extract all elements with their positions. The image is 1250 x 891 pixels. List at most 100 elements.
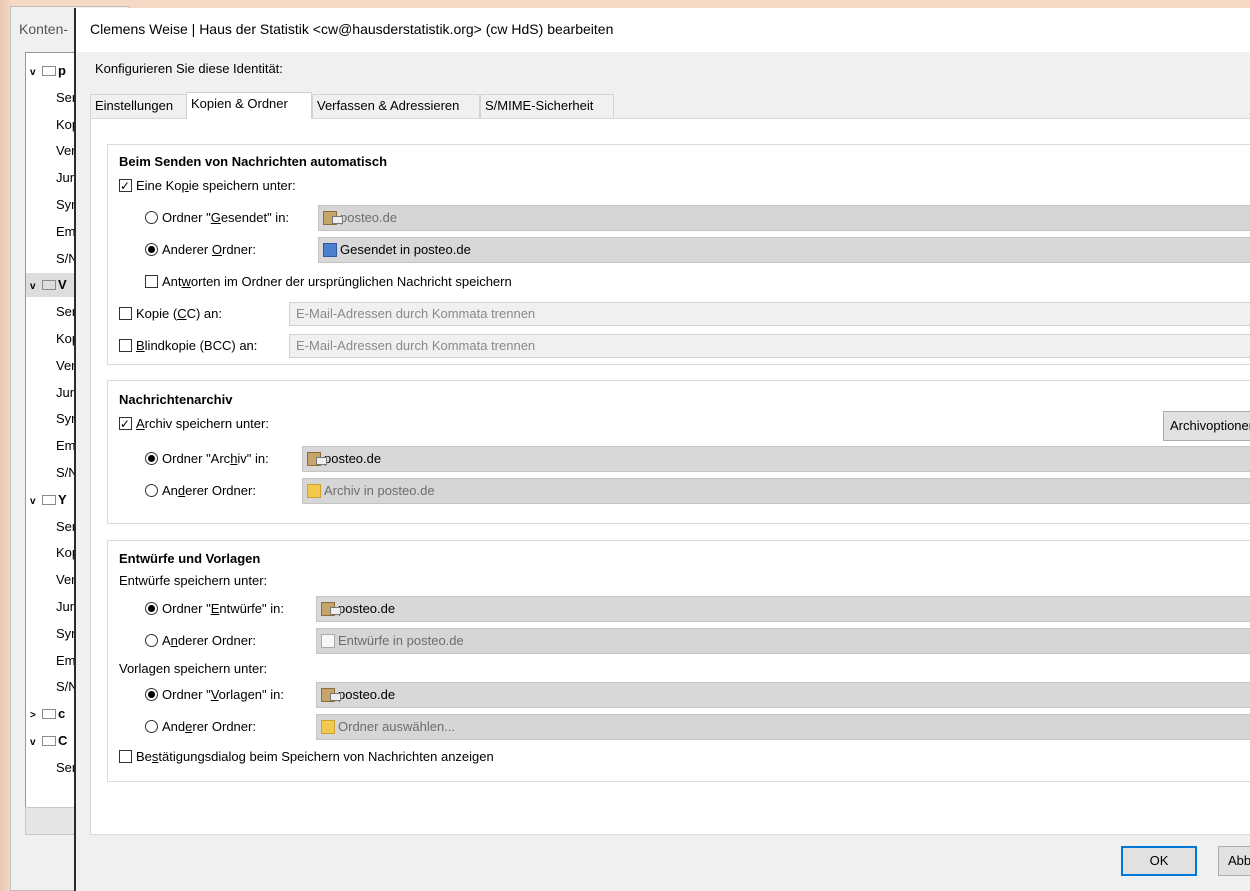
account-settings-title: Konten- xyxy=(19,21,69,37)
archive-folder-radio[interactable]: Ordner "Archiv" in: xyxy=(145,449,269,469)
cc-check[interactable] xyxy=(119,307,132,320)
tab-panel-kopien-ordner: Beim Senden von Nachrichten automatisch … xyxy=(90,118,1250,835)
sent-folder-picker[interactable]: posteo.de xyxy=(318,205,1250,231)
server-icon xyxy=(307,452,327,466)
bcc-checkbox[interactable]: Blindkopie (BCC) an: xyxy=(119,336,257,356)
templates-other-folder-picker[interactable]: Ordner auswählen... xyxy=(316,714,1250,740)
tab-einstellungen[interactable]: Einstellungen xyxy=(90,94,188,118)
dialog-title: Clemens Weise | Haus der Statistik <cw@h… xyxy=(90,21,614,37)
bcc-input[interactable]: E-Mail-Adressen durch Kommata trennen xyxy=(289,334,1250,358)
sent-folder-radio[interactable]: Ordner "Gesendet" in: xyxy=(145,208,289,228)
cc-checkbox[interactable]: Kopie (CC) an: xyxy=(119,304,222,324)
sent-other-folder-radio[interactable]: Anderer Ordner: xyxy=(145,240,256,260)
group-sending-title: Beim Senden von Nachrichten automatisch xyxy=(119,154,388,169)
account-tree-label: Syr xyxy=(56,626,76,641)
templates-folder-picker[interactable]: posteo.de xyxy=(316,682,1250,708)
account-tree-label: p xyxy=(58,63,66,78)
account-tree-label: c xyxy=(58,706,66,721)
sent-other-folder-radio-dot[interactable] xyxy=(145,243,158,256)
chevron-down-icon[interactable]: v xyxy=(30,490,42,514)
account-tree-item[interactable]: Syr xyxy=(56,622,76,646)
save-copy-check[interactable] xyxy=(119,176,132,196)
drafts-folder-radio-dot[interactable] xyxy=(145,602,158,615)
group-sending: Beim Senden von Nachrichten automatisch … xyxy=(107,144,1250,365)
dialog-titlebar: Clemens Weise | Haus der Statistik <cw@h… xyxy=(76,8,1250,52)
server-icon xyxy=(321,688,341,702)
account-tree-label: Syr xyxy=(56,411,76,426)
server-icon xyxy=(323,211,343,225)
account-tree-item[interactable]: Em xyxy=(56,649,76,673)
account-tree-label: Em xyxy=(56,224,76,239)
cancel-button[interactable]: Abbrechen xyxy=(1218,846,1250,876)
confirm-save-check[interactable] xyxy=(119,750,132,763)
chevron-right-icon[interactable]: > xyxy=(30,704,42,728)
server-icon xyxy=(321,602,341,616)
mail-account-icon xyxy=(42,66,56,76)
account-tree-account[interactable]: vC xyxy=(30,729,67,753)
drafts-other-folder-picker[interactable]: Entwürfe in posteo.de xyxy=(316,628,1250,654)
account-tree-account[interactable]: > c xyxy=(30,702,65,726)
save-archive-check[interactable] xyxy=(119,414,132,434)
account-tree-item[interactable]: Syr xyxy=(56,407,76,431)
templates-folder-radio-dot[interactable] xyxy=(145,688,158,701)
account-tree-label: C xyxy=(58,733,68,748)
drafts-other-folder-radio[interactable]: Anderer Ordner: xyxy=(145,631,256,651)
cc-input[interactable]: E-Mail-Adressen durch Kommata trennen xyxy=(289,302,1250,326)
sent-other-folder-picker[interactable]: Gesendet in posteo.de xyxy=(318,237,1250,263)
archive-folder-radio-dot[interactable] xyxy=(145,452,158,465)
drafts-folder-radio[interactable]: Ordner "Entwürfe" in: xyxy=(145,599,284,619)
account-tree-item[interactable]: Em xyxy=(56,220,76,244)
account-tree-label: Ver xyxy=(56,143,76,158)
group-archive-title: Nachrichtenarchiv xyxy=(119,392,233,407)
mail-account-icon xyxy=(42,495,56,505)
account-tree-label: Ver xyxy=(56,572,76,587)
configure-label: Konfigurieren Sie diese Identität: xyxy=(95,61,283,76)
bcc-check[interactable] xyxy=(119,339,132,352)
reply-in-folder-checkbox[interactable]: Antworten im Ordner der ursprünglichen N… xyxy=(145,272,512,292)
folder-icon xyxy=(307,484,321,498)
identity-edit-dialog: Clemens Weise | Haus der Statistik <cw@h… xyxy=(74,8,1250,891)
chevron-down-icon[interactable]: v xyxy=(30,731,42,755)
account-tree-account[interactable]: vp xyxy=(30,59,66,83)
drafts-folder-picker[interactable]: posteo.de xyxy=(316,596,1250,622)
tab-kopien-ordner[interactable]: Kopien & Ordner xyxy=(186,92,312,119)
archive-other-folder-radio-dot[interactable] xyxy=(145,484,158,497)
account-tree-label: Em xyxy=(56,438,76,453)
group-archive: Nachrichtenarchiv Archiv speichern unter… xyxy=(107,380,1250,524)
account-tree-item[interactable]: Ver xyxy=(56,568,76,592)
drafts-save-label: Entwürfe speichern unter: xyxy=(119,573,268,588)
account-tree-label: Y xyxy=(58,492,67,507)
ok-button[interactable]: OK xyxy=(1121,846,1197,876)
save-copy-checkbox[interactable]: Eine Kopie speichern unter: xyxy=(119,176,296,196)
account-tree-label: Ver xyxy=(56,358,76,373)
chevron-down-icon[interactable]: v xyxy=(30,61,42,85)
sent-folder-radio-dot[interactable] xyxy=(145,211,158,224)
drafts-folder-icon xyxy=(321,634,335,648)
account-tree-item[interactable]: Syr xyxy=(56,193,76,217)
save-archive-checkbox[interactable]: Archiv speichern unter: xyxy=(119,414,269,434)
templates-folder-radio[interactable]: Ordner "Vorlagen" in: xyxy=(145,685,284,705)
templates-other-folder-radio-dot[interactable] xyxy=(145,720,158,733)
confirm-save-checkbox[interactable]: Bestätigungsdialog beim Speichern von Na… xyxy=(119,747,494,767)
drafts-other-folder-radio-dot[interactable] xyxy=(145,634,158,647)
chevron-down-icon[interactable]: v xyxy=(30,275,42,299)
group-drafts-title: Entwürfe und Vorlagen xyxy=(119,551,261,566)
reply-in-folder-check[interactable] xyxy=(145,275,158,288)
tab-verfassen-adressieren[interactable]: Verfassen & Adressieren xyxy=(312,94,480,118)
group-drafts-templates: Entwürfe und Vorlagen Entwürfe speichern… xyxy=(107,540,1250,782)
archive-other-folder-picker[interactable]: Archiv in posteo.de xyxy=(302,478,1250,504)
mail-account-icon xyxy=(42,736,56,746)
templates-save-label: Vorlagen speichern unter: xyxy=(119,661,268,676)
tab-smime-sicherheit[interactable]: S/MIME-Sicherheit xyxy=(480,94,614,118)
archive-folder-picker[interactable]: posteo.de xyxy=(302,446,1250,472)
account-tree-item[interactable]: Em xyxy=(56,434,76,458)
archive-other-folder-radio[interactable]: Anderer Ordner: xyxy=(145,481,256,501)
account-tree-item[interactable]: Ver xyxy=(56,354,76,378)
account-tree-account[interactable]: vY xyxy=(30,488,67,512)
folder-icon xyxy=(321,720,335,734)
archive-options-button[interactable]: Archivoptionen... xyxy=(1163,411,1250,441)
account-tree-label: Syr xyxy=(56,197,76,212)
account-tree-item[interactable]: Ver xyxy=(56,139,76,163)
templates-other-folder-radio[interactable]: Anderer Ordner: xyxy=(145,717,256,737)
account-tree-label: V xyxy=(58,277,67,292)
